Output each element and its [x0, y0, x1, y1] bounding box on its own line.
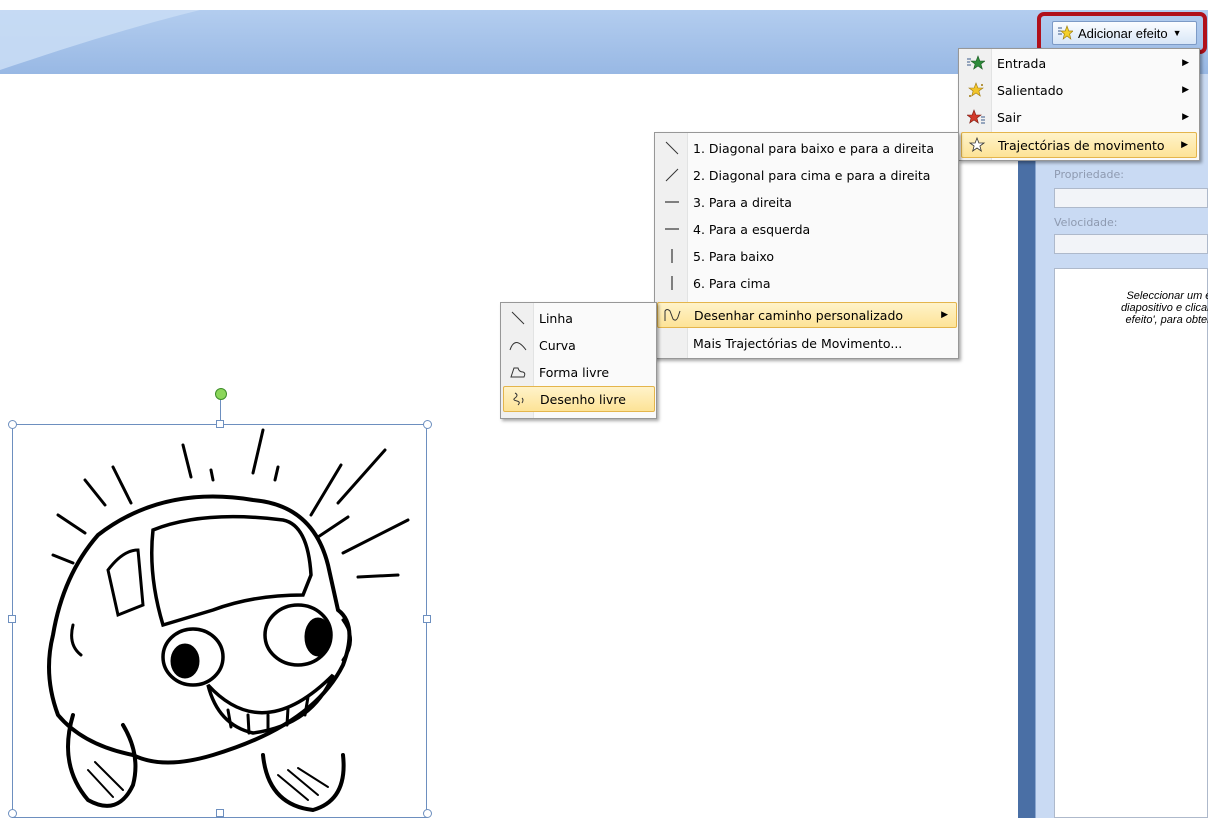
menu-item-label: Mais Trajectórias de Movimento... [693, 335, 903, 351]
property-field[interactable] [1054, 188, 1208, 208]
curve-tool-icon [509, 342, 527, 351]
animation-list[interactable] [1054, 268, 1208, 818]
menu-item-up[interactable]: 6. Para cima [657, 270, 957, 296]
menu-item-line[interactable]: Linha [503, 305, 655, 331]
line-tool-icon [511, 311, 525, 325]
menu-item-label: Desenhar caminho personalizado [694, 307, 904, 323]
motion-path-star-icon [968, 137, 986, 152]
property-label: Propriedade: [1054, 168, 1124, 181]
menu-item-down[interactable]: 5. Para baixo [657, 243, 957, 269]
menu-item-draw-custom-path[interactable]: Desenhar caminho personalizado ▶ [657, 302, 957, 328]
resize-handle-top-right[interactable] [423, 420, 432, 429]
menu-item-label: Desenho livre [540, 391, 626, 407]
scribble-tool-icon [513, 392, 524, 406]
custom-path-menu: Linha Curva Forma livre Desenho livre [500, 302, 657, 419]
menu-item-label: 5. Para baixo [693, 248, 775, 264]
menu-item-label: 2. Diagonal para cima e para a direita [693, 167, 931, 183]
submenu-arrow-icon: ▶ [1182, 85, 1189, 95]
add-effect-button[interactable]: Adicionar efeito ▼ [1052, 21, 1197, 45]
menu-item-label: Curva [539, 337, 576, 353]
menu-item-right[interactable]: 3. Para a direita [657, 189, 957, 215]
menu-item-entrance[interactable]: Entrada ▶ [961, 50, 1197, 76]
star-effect-icon [1058, 25, 1073, 40]
menu-item-label: 1. Diagonal para baixo e para a direita [693, 140, 934, 156]
submenu-arrow-icon: ▶ [1182, 112, 1189, 122]
submenu-arrow-icon: ▶ [1182, 58, 1189, 68]
menu-item-diagonal-down-right[interactable]: 1. Diagonal para baixo e para a direita [657, 135, 957, 161]
emphasis-star-icon [968, 82, 984, 97]
selected-picture[interactable] [12, 424, 427, 818]
entrance-star-icon [967, 55, 985, 70]
menu-item-label: Linha [539, 310, 573, 326]
menu-item-left[interactable]: 4. Para a esquerda [657, 216, 957, 242]
horizontal-line-icon [665, 201, 679, 203]
resize-handle-bottom-right[interactable] [423, 809, 432, 818]
menu-item-label: Forma livre [539, 364, 610, 380]
submenu-arrow-icon: ▶ [1181, 140, 1188, 150]
menu-item-label: Sair [997, 109, 1022, 125]
submenu-arrow-icon: ▶ [941, 310, 948, 320]
menu-item-more-motion-paths[interactable]: Mais Trajectórias de Movimento... [657, 330, 957, 356]
resize-handle-left[interactable] [8, 615, 16, 623]
menu-item-label: Entrada [997, 55, 1047, 71]
menu-item-label: Trajectórias de movimento [998, 137, 1165, 153]
menu-item-motion-paths[interactable]: Trajectórias de movimento ▶ [961, 132, 1197, 158]
menu-item-diagonal-up-right[interactable]: 2. Diagonal para cima e para a direita [657, 162, 957, 188]
menu-item-curve[interactable]: Curva [503, 332, 655, 358]
menu-item-scribble[interactable]: Desenho livre [503, 386, 655, 412]
rotation-handle[interactable] [215, 388, 227, 400]
custom-path-icon [664, 309, 681, 321]
chevron-down-icon: ▼ [1172, 28, 1182, 38]
freeform-tool-icon [510, 367, 526, 378]
add-effect-label: Adicionar efeito [1078, 25, 1168, 41]
menu-item-exit[interactable]: Sair ▶ [961, 104, 1197, 130]
resize-handle-bottom[interactable] [216, 809, 224, 817]
menu-item-freeform[interactable]: Forma livre [503, 359, 655, 385]
smiling-car-clipart [47, 428, 410, 813]
resize-handle-bottom-left[interactable] [8, 809, 17, 818]
menu-item-emphasis[interactable]: Salientado ▶ [961, 77, 1197, 103]
resize-handle-top-left[interactable] [8, 420, 17, 429]
exit-star-icon [967, 109, 985, 124]
vertical-line-icon [671, 276, 673, 290]
resize-handle-top[interactable] [216, 420, 224, 428]
diagonal-down-right-icon [665, 141, 679, 155]
horizontal-line-icon [665, 228, 679, 230]
menu-item-label: 3. Para a direita [693, 194, 792, 210]
menu-item-label: 6. Para cima [693, 275, 771, 291]
menu-item-label: Salientado [997, 82, 1064, 98]
speed-label: Velocidade: [1054, 216, 1118, 229]
pane-hint-text: Seleccionar um ele diapositivo e clicar … [1120, 290, 1208, 326]
motion-path-menu: 1. Diagonal para baixo e para a direita … [654, 132, 959, 359]
resize-handle-right[interactable] [423, 615, 431, 623]
diagonal-up-right-icon [665, 168, 679, 182]
speed-field[interactable] [1054, 234, 1208, 254]
vertical-line-icon [671, 249, 673, 263]
effect-menu: Entrada ▶ Salientado ▶ Sair ▶ Trajectóri… [958, 48, 1200, 161]
menu-item-label: 4. Para a esquerda [693, 221, 811, 237]
